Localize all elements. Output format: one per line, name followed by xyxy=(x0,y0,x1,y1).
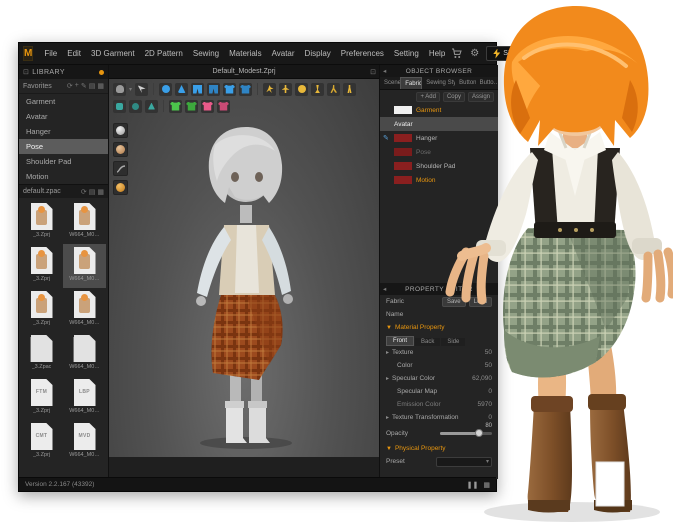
library-item-shoulder-pad[interactable]: Shoulder Pad xyxy=(19,154,108,169)
app-logo: M xyxy=(23,46,33,61)
favorites-row: Favorites ⟳ + ✎ ▤ ▦ xyxy=(19,79,108,94)
grid-view-icon[interactable]: ▦ xyxy=(97,82,104,90)
menu-file[interactable]: File xyxy=(39,49,62,58)
library-item-hanger[interactable]: Hanger xyxy=(19,124,108,139)
library-status-dot xyxy=(99,70,104,75)
file-item[interactable]: _3.Zpac xyxy=(20,332,63,376)
file-item[interactable]: W664_M0… xyxy=(63,200,106,244)
version-label: Version 2.2.167 (43392) xyxy=(25,481,94,488)
list-view-icon[interactable]: ▤ xyxy=(89,82,96,90)
collapse-icon[interactable]: ◂ xyxy=(383,67,387,75)
project-thumbnail-icon xyxy=(31,291,53,318)
menu-display[interactable]: Display xyxy=(300,49,336,58)
project-thumbnail-icon xyxy=(74,203,96,230)
document-icon: MVD xyxy=(74,423,96,450)
file-item[interactable]: CMT _3.Zprj xyxy=(20,420,63,464)
white-tag xyxy=(596,462,624,506)
file-item[interactable]: W664_M0… xyxy=(63,332,106,376)
project-thumbnail-icon xyxy=(31,247,53,274)
folder-icon xyxy=(74,335,96,362)
library-header: ⊡ LIBRARY xyxy=(19,65,108,79)
tab-scene[interactable]: Scene xyxy=(380,77,400,89)
file-item[interactable]: FTM _3.Zprj xyxy=(20,376,63,420)
folder-header: default.zpac ⟳ ▤ ▦ xyxy=(19,184,108,198)
menu-preferences[interactable]: Preferences xyxy=(336,49,389,58)
sync-icon[interactable]: ⟳ xyxy=(81,188,87,196)
folder-title: default.zpac xyxy=(23,188,61,195)
file-item[interactable]: LBP W664_M0… xyxy=(63,376,106,420)
file-item[interactable]: _3.Zprj xyxy=(20,288,63,332)
viewport-avatar[interactable] xyxy=(109,65,379,457)
library-item-garment[interactable]: Garment xyxy=(19,94,108,109)
library-panel: ⊡ LIBRARY Favorites ⟳ + ✎ ▤ ▦ Garment Av… xyxy=(19,65,109,479)
project-thumbnail-icon xyxy=(74,291,96,318)
document-icon: FTM xyxy=(31,379,53,406)
library-item-pose[interactable]: Pose xyxy=(19,139,108,154)
refresh-icon[interactable]: ⟳ xyxy=(67,82,73,90)
favorites-label: Favorites xyxy=(23,83,52,90)
menu-3d-garment[interactable]: 3D Garment xyxy=(86,49,140,58)
edit-icon[interactable]: ✎ xyxy=(81,82,87,90)
file-item[interactable]: _3.Zprj xyxy=(20,200,63,244)
library-item-avatar[interactable]: Avatar xyxy=(19,109,108,124)
menu-sewing[interactable]: Sewing xyxy=(188,49,224,58)
dock-icon[interactable]: ⊡ xyxy=(23,68,29,76)
screenshot-stage: M File Edit 3D Garment 2D Pattern Sewing… xyxy=(0,0,673,526)
document-icon: LBP xyxy=(74,379,96,406)
project-thumbnail-icon xyxy=(74,247,96,274)
file-item[interactable]: MVD W664_M0… xyxy=(63,420,106,464)
library-item-motion[interactable]: Motion xyxy=(19,169,108,184)
menu-edit[interactable]: Edit xyxy=(62,49,86,58)
project-thumbnail-icon xyxy=(31,203,53,230)
collapse-icon[interactable]: ◂ xyxy=(383,285,387,293)
file-item[interactable]: _3.Zprj xyxy=(20,244,63,288)
rendered-character xyxy=(400,0,673,526)
file-grid: _3.Zprj W664_M0… _3.Zprj W664_M0… _3.Zpr… xyxy=(19,198,108,466)
document-icon: CMT xyxy=(31,423,53,450)
file-item[interactable]: W664_M0… xyxy=(63,288,106,332)
library-title: LIBRARY xyxy=(32,69,65,76)
file-item-selected[interactable]: W664_M0… xyxy=(63,244,106,288)
thumbnail-view-icon[interactable]: ▦ xyxy=(97,188,104,196)
menu-avatar[interactable]: Avatar xyxy=(267,49,300,58)
pin-icon: ✎ xyxy=(383,134,389,142)
list-view-icon[interactable]: ▤ xyxy=(89,188,96,196)
folder-icon xyxy=(31,335,53,362)
menu-materials[interactable]: Materials xyxy=(224,49,266,58)
menu-2d-pattern[interactable]: 2D Pattern xyxy=(140,49,188,58)
add-icon[interactable]: + xyxy=(75,82,79,90)
